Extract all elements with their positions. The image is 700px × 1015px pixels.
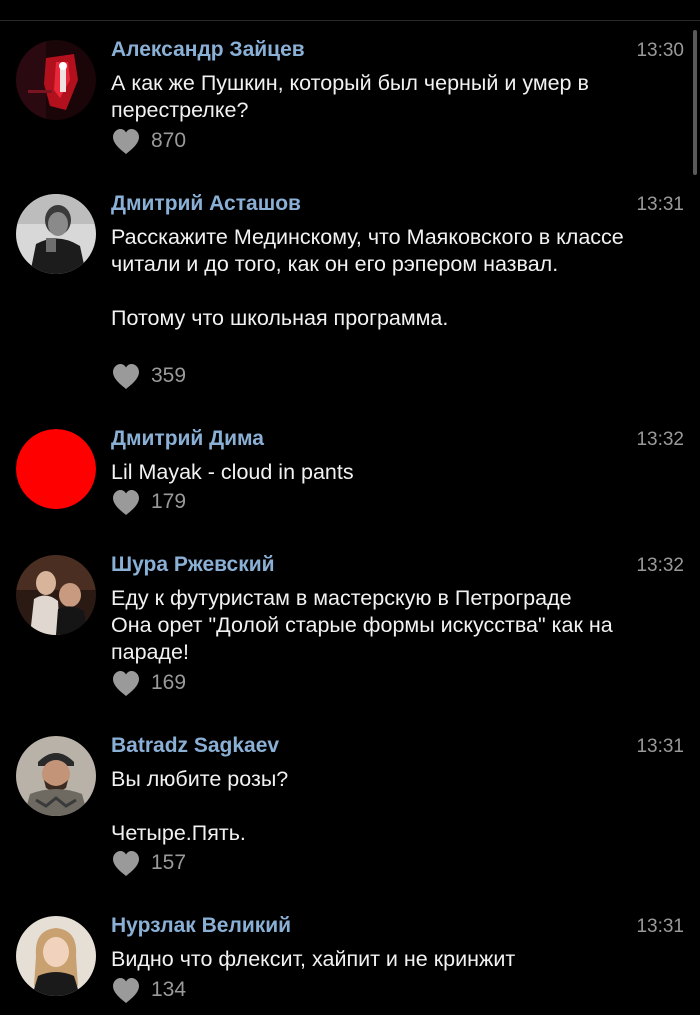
like-count: 870 xyxy=(151,129,187,152)
like-button[interactable]: 157 xyxy=(111,849,186,877)
comment-time: 13:32 xyxy=(636,429,684,450)
avatar[interactable] xyxy=(16,429,96,509)
like-count: 359 xyxy=(151,364,187,387)
like-count: 169 xyxy=(151,671,187,694)
comment-text: А как же Пушкин, который был черный и ум… xyxy=(111,71,595,122)
like-button[interactable]: 169 xyxy=(111,669,186,697)
comment-text: Видно что флексит, хайпит и не кринжит xyxy=(111,947,516,971)
avatar[interactable] xyxy=(16,194,96,274)
heart-icon xyxy=(113,128,139,154)
like-button[interactable]: 179 xyxy=(111,488,186,516)
comment-time: 13:30 xyxy=(636,40,684,61)
like-button[interactable]: 134 xyxy=(111,976,186,1004)
heart-icon xyxy=(113,363,139,389)
comment-time: 13:32 xyxy=(636,555,684,576)
avatar[interactable] xyxy=(16,916,96,996)
like-count: 157 xyxy=(151,851,187,874)
top-divider xyxy=(0,20,700,21)
author-name[interactable]: Нурзлак Великий xyxy=(111,914,291,938)
heart-icon xyxy=(113,977,139,1003)
comment-text: Вы любите розы? Четыре.Пять. xyxy=(111,767,289,845)
author-name[interactable]: Александр Зайцев xyxy=(111,38,305,62)
comment-time: 13:31 xyxy=(636,736,684,757)
comment-text: Еду к футуристам в мастерскую в Петрогра… xyxy=(111,586,613,664)
author-name[interactable]: Дмитрий Дима xyxy=(111,427,264,451)
heart-icon xyxy=(113,670,139,696)
comment-text: Расскажите Мединскому, что Маяковского в… xyxy=(111,225,624,330)
avatar[interactable] xyxy=(16,555,96,635)
like-button[interactable]: 359 xyxy=(111,362,186,390)
like-count: 179 xyxy=(151,490,187,513)
avatar[interactable] xyxy=(16,736,96,816)
author-name[interactable]: Дмитрий Асташов xyxy=(111,192,301,216)
comment-time: 13:31 xyxy=(636,194,684,215)
comment-time: 13:31 xyxy=(636,916,684,937)
heart-icon xyxy=(113,489,139,515)
comment-text: Lil Mayak - cloud in pants xyxy=(111,460,354,484)
like-count: 134 xyxy=(151,978,187,1001)
avatar[interactable] xyxy=(16,40,96,120)
scrollbar[interactable] xyxy=(693,30,697,175)
like-button[interactable]: 870 xyxy=(111,127,186,155)
heart-icon xyxy=(113,850,139,876)
author-name[interactable]: Шура Ржевский xyxy=(111,553,275,577)
author-name[interactable]: Batradz Sagkaev xyxy=(111,734,279,758)
